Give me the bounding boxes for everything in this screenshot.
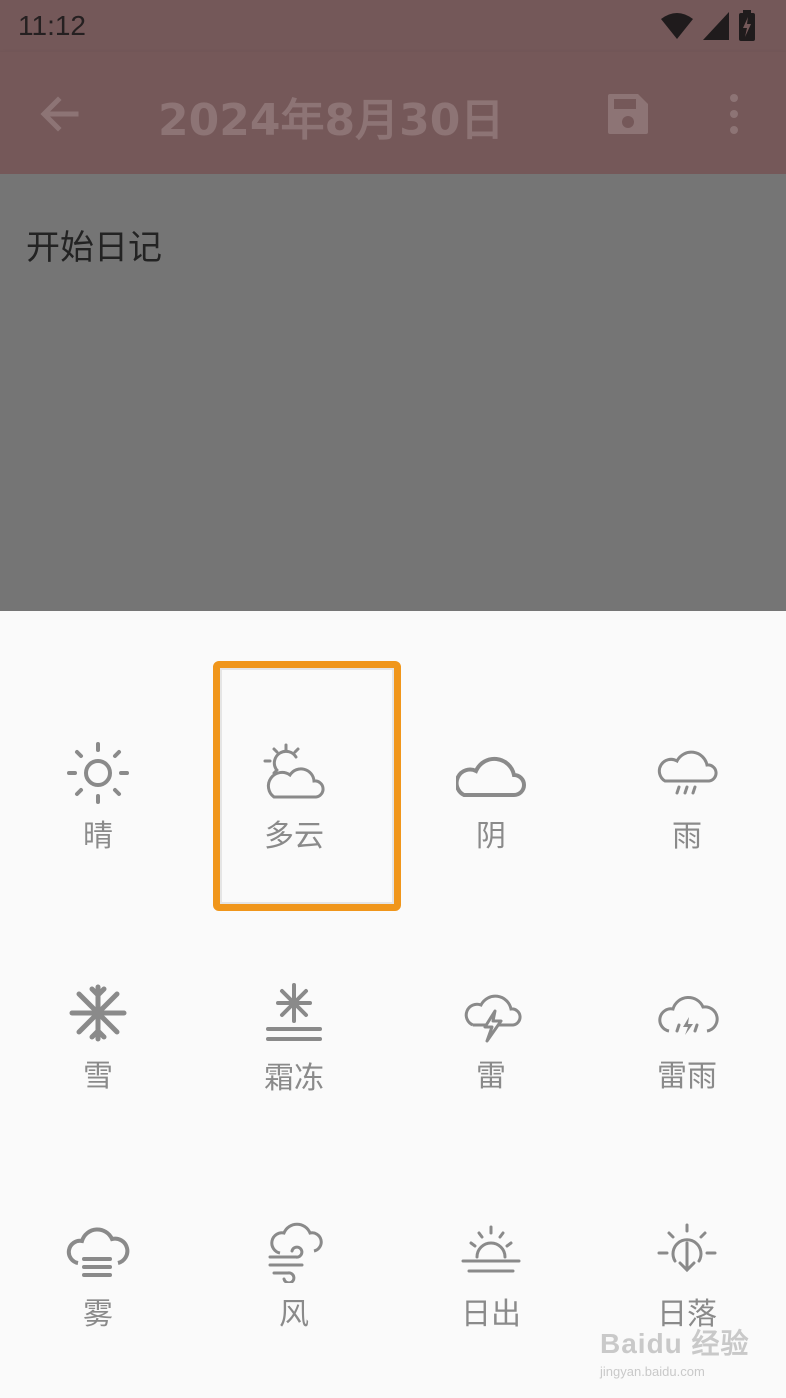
weather-label: 霜冻 <box>264 1061 324 1096</box>
thunderstorm-icon <box>658 996 719 1035</box>
weather-option-wind[interactable]: 风 <box>196 1219 392 1349</box>
status-time: 11:12 <box>18 10 86 41</box>
rain-icon <box>657 750 718 795</box>
weather-option-sunrise[interactable]: 日出 <box>393 1219 589 1349</box>
page-title: 2024年8月30日 <box>158 95 505 146</box>
battery-charging-icon <box>739 10 755 41</box>
weather-label: 雷雨 <box>657 1059 717 1094</box>
weather-label: 雪 <box>83 1059 113 1094</box>
watermark-url: jingyan.baidu.com <box>600 1364 705 1379</box>
fog-icon <box>66 1227 130 1277</box>
diary-editor[interactable]: 开始日记 <box>0 174 786 611</box>
weather-label: 日出 <box>461 1297 521 1332</box>
sunset-icon <box>657 1223 717 1273</box>
weather-label: 雨 <box>672 819 702 854</box>
editor-placeholder: 开始日记 <box>26 228 162 268</box>
overcast-icon <box>456 756 526 797</box>
weather-option-thunder[interactable]: 雷 <box>393 981 589 1111</box>
weather-option-rain[interactable]: 雨 <box>589 741 785 871</box>
signal-icon <box>703 12 729 40</box>
weather-label: 风 <box>279 1297 309 1332</box>
selected-highlight <box>213 661 401 911</box>
save-button[interactable] <box>604 90 652 138</box>
weather-option-overcast[interactable]: 阴 <box>393 741 589 871</box>
weather-option-fog[interactable]: 雾 <box>0 1219 196 1349</box>
more-vertical-icon <box>730 94 738 134</box>
weather-picker-sheet: 晴 多云 阴 雨 雪 霜冻 雷 雷雨 雾 风 日出 日落 <box>0 611 786 1398</box>
wifi-icon <box>661 13 693 39</box>
arrow-left-icon <box>40 96 79 132</box>
weather-label: 雾 <box>83 1297 113 1332</box>
sunny-icon <box>67 742 129 804</box>
watermark-brand: Baidu 经验 <box>600 1328 750 1359</box>
snow-icon <box>69 984 127 1042</box>
status-icons <box>660 10 756 42</box>
more-options-button[interactable] <box>716 90 752 138</box>
weather-option-snow[interactable]: 雪 <box>0 981 196 1111</box>
watermark: Baidu 经验 jingyan.baidu.com <box>600 1322 750 1382</box>
weather-label: 雷 <box>476 1059 506 1094</box>
back-button[interactable] <box>36 90 84 138</box>
sunrise-icon <box>461 1225 521 1273</box>
wind-icon <box>268 1222 323 1283</box>
status-bar: 11:12 <box>0 0 786 52</box>
weather-label: 阴 <box>476 819 506 854</box>
weather-label: 晴 <box>83 819 113 854</box>
weather-option-frost[interactable]: 霜冻 <box>196 981 392 1111</box>
weather-option-thunderstorm[interactable]: 雷雨 <box>589 981 785 1111</box>
thunder-icon <box>464 994 522 1043</box>
weather-option-sunny[interactable]: 晴 <box>0 741 196 871</box>
frost-icon <box>266 983 322 1041</box>
save-icon <box>608 94 648 134</box>
app-bar: 2024年8月30日 <box>0 52 786 174</box>
